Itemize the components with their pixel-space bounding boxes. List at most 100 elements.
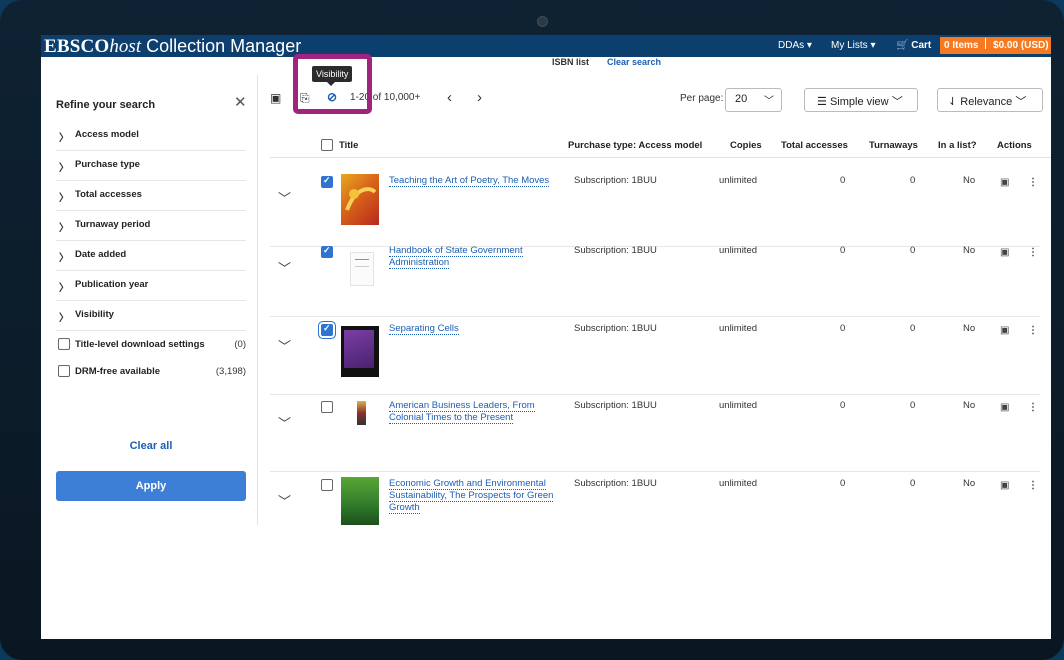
copies-cell: unlimited <box>719 245 758 256</box>
chevron-right-icon: 〉 <box>59 313 69 324</box>
facet-label: Publication year <box>75 279 149 290</box>
view-select[interactable]: ☰ Simple view ﹀ <box>804 88 918 112</box>
add-to-list-icon[interactable]: ▣ <box>1000 177 1009 188</box>
more-actions-icon[interactable]: ⋮ <box>1028 325 1038 336</box>
facet-publication-year[interactable]: 〉 Publication year <box>56 270 246 301</box>
cart-label: Cart <box>911 40 932 51</box>
title-text: Handbook of State Government Administrat… <box>389 245 523 269</box>
chevron-down-icon[interactable]: ﹀ <box>278 258 291 277</box>
checkbox[interactable] <box>58 338 70 350</box>
title-link[interactable]: Teaching the Art of Poetry, The Moves <box>389 175 554 187</box>
row-checkbox[interactable] <box>321 175 333 188</box>
sort-label: Relevance <box>960 96 1013 108</box>
filter-label: DRM-free available <box>75 366 161 377</box>
column-actions: Actions <box>997 140 1032 151</box>
more-actions-icon[interactable]: ⋮ <box>1028 402 1038 413</box>
isbn-list-link[interactable]: ISBN list <box>552 57 589 67</box>
app-screen: EBSCOhost Collection Manager DDAs ▾ My L… <box>41 35 1051 639</box>
sort-icon: ⇃ <box>948 96 958 108</box>
facet-label: Turnaway period <box>75 219 151 230</box>
next-page-icon[interactable]: › <box>477 89 482 106</box>
copies-cell: unlimited <box>719 478 758 489</box>
cart-link[interactable]: 🛒 Cart <box>896 35 931 57</box>
chevron-down-icon: ﹀ <box>891 96 903 108</box>
facet-purchase-type[interactable]: 〉 Purchase type <box>56 150 246 181</box>
add-to-folder-icon[interactable]: ▣ <box>270 91 281 105</box>
add-to-list-icon[interactable]: ▣ <box>1000 247 1009 258</box>
turnaways-cell: 0 <box>910 245 916 256</box>
facet-total-accesses[interactable]: 〉 Total accesses <box>56 180 246 211</box>
facet-label: Total accesses <box>75 189 142 200</box>
chevron-down-icon[interactable]: ﹀ <box>278 188 291 207</box>
close-icon[interactable]: ✕ <box>234 93 247 111</box>
book-cover <box>341 477 379 525</box>
turnaways-cell: 0 <box>910 175 916 186</box>
accesses-cell: 0 <box>840 478 846 489</box>
chevron-down-icon[interactable]: ﹀ <box>278 491 291 510</box>
cover-line <box>355 259 369 260</box>
accesses-cell: 0 <box>840 400 846 411</box>
per-page-select[interactable]: 20 ﹀ <box>725 88 782 112</box>
add-to-list-icon[interactable]: ▣ <box>1000 325 1009 336</box>
facet-visibility[interactable]: 〉 Visibility <box>56 300 246 331</box>
facet-date-added[interactable]: 〉 Date added <box>56 240 246 271</box>
filter-drm-free[interactable]: DRM-free available (3,198) <box>56 358 246 384</box>
column-in-list[interactable]: In a list? <box>938 140 977 151</box>
facet-turnaway-period[interactable]: 〉 Turnaway period <box>56 210 246 241</box>
row-checkbox[interactable] <box>321 323 333 336</box>
facet-label: Access model <box>75 129 139 140</box>
chevron-down-icon: ﹀ <box>1015 96 1027 108</box>
turnaways-cell: 0 <box>910 478 916 489</box>
chevron-down-icon: ﹀ <box>764 96 774 107</box>
facet-label: Date added <box>75 249 127 260</box>
in-list-cell: No <box>963 175 976 186</box>
facet-label: Visibility <box>75 309 114 320</box>
clear-all-link[interactable]: Clear all <box>56 440 246 452</box>
checkbox[interactable] <box>58 365 70 377</box>
chevron-down-icon[interactable]: ﹀ <box>278 336 291 355</box>
column-purchase[interactable]: Purchase type: Access model <box>568 140 702 151</box>
list-icon: ☰ <box>817 96 827 108</box>
chevron-right-icon: 〉 <box>59 193 69 204</box>
facet-access-model[interactable]: 〉 Access model <box>56 120 246 151</box>
column-turnaways[interactable]: Turnaways <box>869 140 918 151</box>
cover-line <box>355 266 369 267</box>
column-copies[interactable]: Copies <box>730 140 762 151</box>
previous-page-icon[interactable]: ‹ <box>447 89 452 106</box>
facet-label: Purchase type <box>75 159 140 170</box>
table-row: ﹀ Separating Cells Subscription: 1BUU un… <box>270 318 1040 395</box>
app-logo[interactable]: EBSCOhost Collection Manager <box>44 35 301 57</box>
title-link[interactable]: Handbook of State Government Administrat… <box>389 245 554 269</box>
apply-button[interactable]: Apply <box>56 471 246 501</box>
add-to-list-icon[interactable]: ▣ <box>1000 402 1009 413</box>
nav-my-lists[interactable]: My Lists ▾ <box>831 35 875 57</box>
more-actions-icon[interactable]: ⋮ <box>1028 247 1038 258</box>
row-checkbox[interactable] <box>321 245 333 258</box>
chevron-down-icon[interactable]: ﹀ <box>278 413 291 432</box>
cart-total: $0.00 (USD) <box>993 40 1049 51</box>
row-checkbox[interactable] <box>321 479 333 491</box>
column-accesses[interactable]: Total accesses <box>781 140 848 151</box>
title-text: American Business Leaders, From Colonial… <box>389 400 535 424</box>
add-to-list-icon[interactable]: ▣ <box>1000 480 1009 491</box>
clear-search-link[interactable]: Clear search <box>607 57 661 67</box>
chevron-right-icon: 〉 <box>59 223 69 234</box>
accesses-cell: 0 <box>840 175 846 186</box>
title-link[interactable]: Separating Cells <box>389 323 554 335</box>
title-link[interactable]: American Business Leaders, From Colonial… <box>389 400 554 424</box>
more-actions-icon[interactable]: ⋮ <box>1028 480 1038 491</box>
row-checkbox[interactable] <box>321 401 333 413</box>
cart-badge[interactable]: 0 Items $0.00 (USD) <box>940 37 1051 54</box>
visibility-tooltip: Visibility <box>312 66 353 86</box>
sort-select[interactable]: ⇃ Relevance ﹀ <box>937 88 1043 112</box>
nav-ddas[interactable]: DDAs ▾ <box>778 35 812 57</box>
more-actions-icon[interactable]: ⋮ <box>1028 177 1038 188</box>
filter-count: (3,198) <box>215 366 246 377</box>
device-frame: EBSCOhost Collection Manager DDAs ▾ My L… <box>0 0 1064 660</box>
filter-title-level-download[interactable]: Title-level download settings (0) <box>56 331 246 357</box>
column-title[interactable]: Title <box>339 140 358 151</box>
title-link[interactable]: Economic Growth and Environmental Sustai… <box>389 478 554 514</box>
select-all-checkbox[interactable] <box>321 139 333 151</box>
brand-collection-manager: Collection Manager <box>141 36 302 56</box>
cover-panel <box>344 330 374 368</box>
